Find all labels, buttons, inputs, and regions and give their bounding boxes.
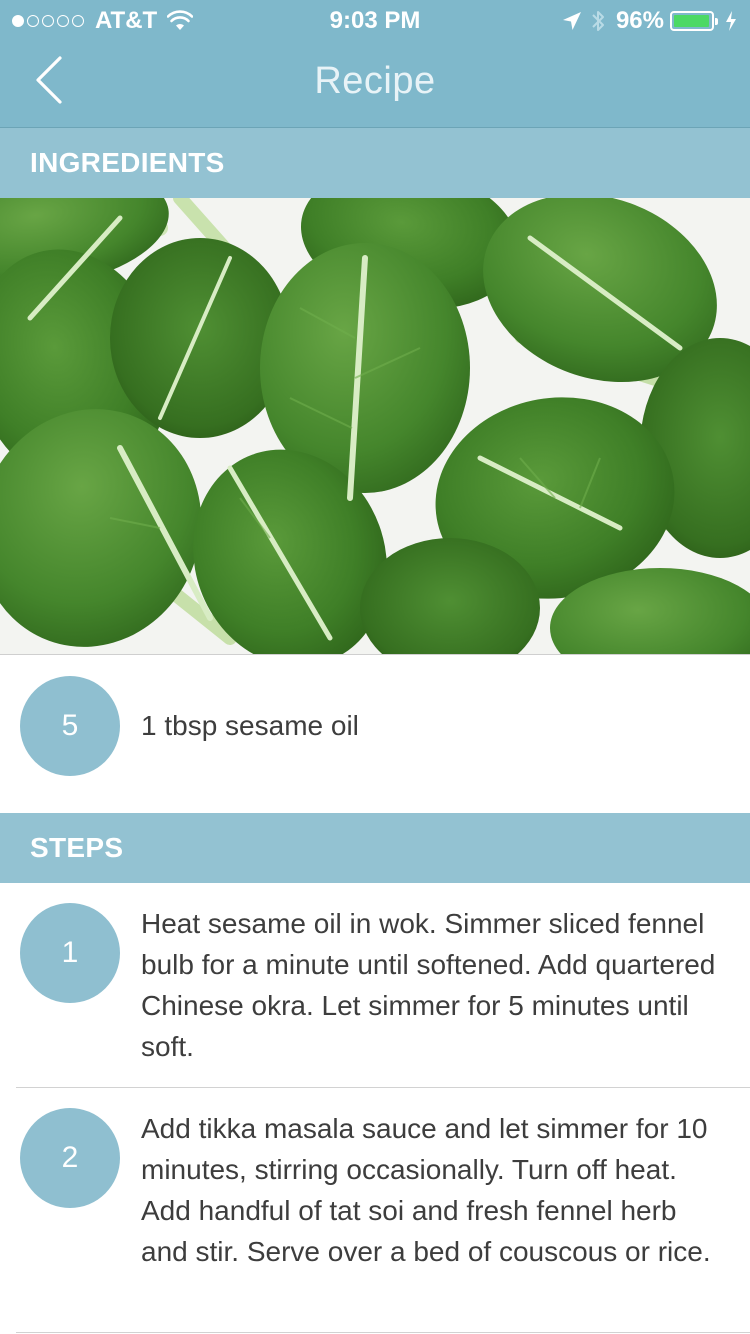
top-bar: AT&T 9:03 PM 96% Recipe [0, 0, 750, 128]
ingredient-item: 5 1 tbsp sesame oil [0, 655, 750, 813]
step-item: 1 Heat sesame oil in wok. Simmer sliced … [0, 883, 750, 1087]
step-number-badge: 1 [20, 903, 120, 1003]
bluetooth-icon [592, 11, 604, 31]
greens-image [0, 198, 750, 654]
step-item: 2 Add tikka masala sauce and let simmer … [0, 1088, 750, 1334]
recipe-screen: AT&T 9:03 PM 96% Recipe INGREDIENTS 5 1 … [0, 0, 750, 1334]
navigation-bar: Recipe [0, 40, 750, 128]
ingredients-header: INGREDIENTS [0, 128, 750, 198]
charging-bolt-icon [726, 11, 736, 31]
steps-header: STEPS [0, 813, 750, 883]
status-right: 96% [562, 7, 738, 35]
status-bar: AT&T 9:03 PM 96% [0, 0, 750, 40]
step-text: Add tikka masala sauce and let simmer fo… [141, 1113, 711, 1267]
battery-icon [670, 11, 718, 31]
step-text: Heat sesame oil in wok. Simmer sliced fe… [141, 908, 716, 1062]
divider [16, 1332, 750, 1333]
battery-percent: 96% [615, 7, 664, 34]
location-arrow-icon [562, 12, 581, 30]
page-title: Recipe [314, 60, 436, 102]
step-number-badge: 2 [20, 1108, 120, 1208]
ingredient-quantity-badge: 5 [20, 676, 120, 776]
ingredient-text: 1 tbsp sesame oil [141, 710, 359, 741]
ingredient-photo [0, 198, 750, 654]
